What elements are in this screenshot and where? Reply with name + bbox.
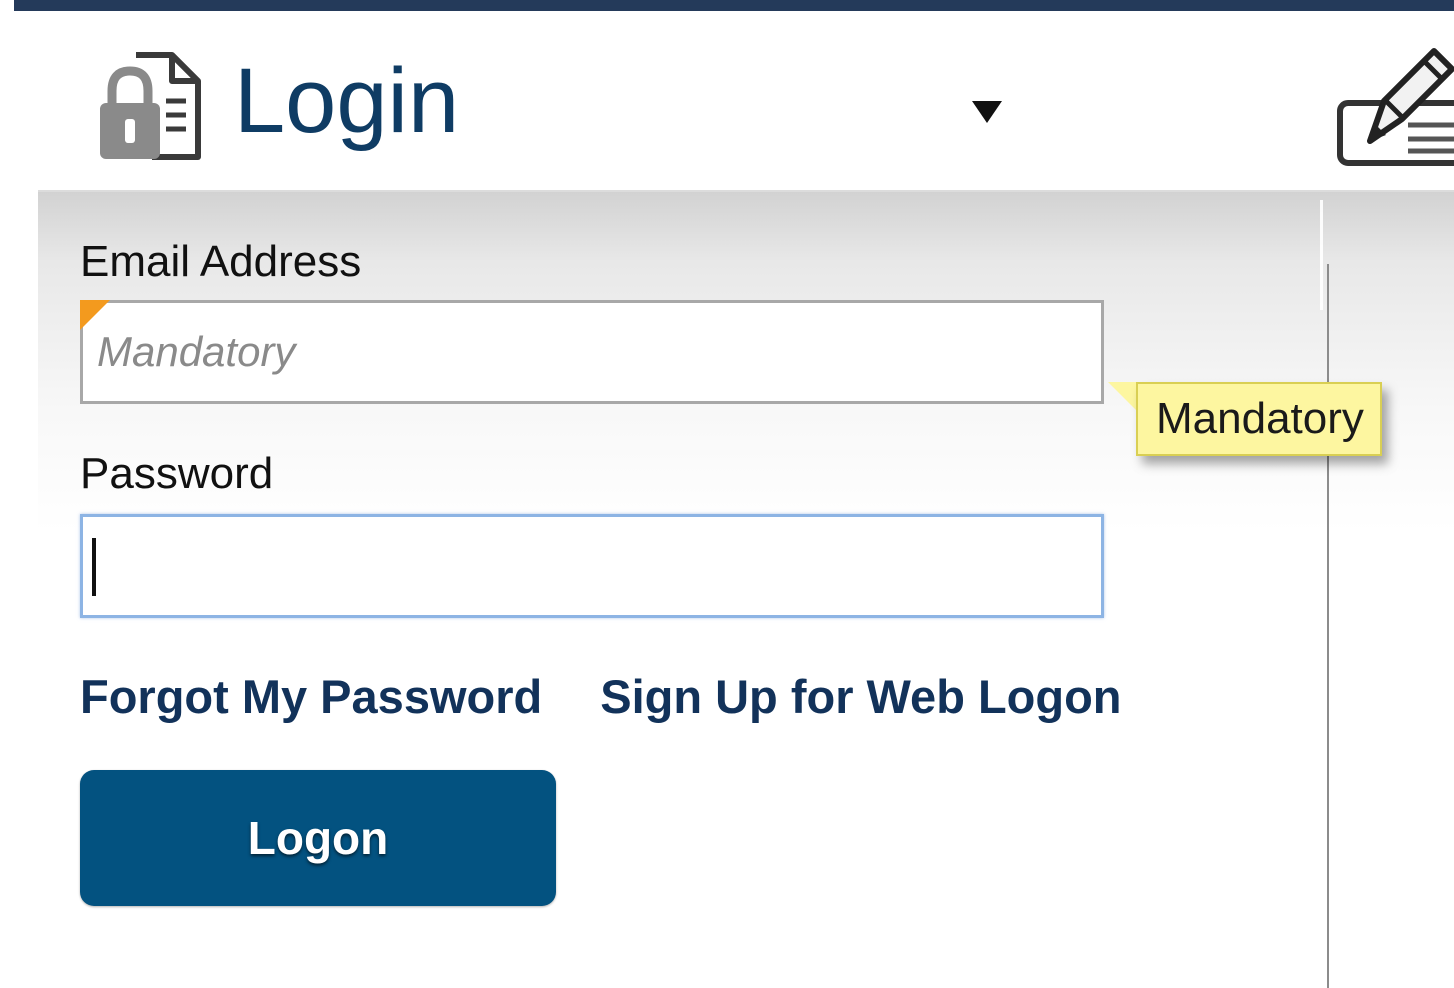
- dropdown-arrow-icon[interactable]: [970, 97, 1004, 125]
- login-page: Login Email Address Mandatory Password F…: [0, 0, 1454, 988]
- top-rule: [14, 0, 1454, 11]
- page-title: Login: [234, 50, 460, 152]
- text-caret: [92, 538, 96, 596]
- password-label: Password: [80, 449, 274, 498]
- header: Login: [0, 11, 1454, 191]
- email-input[interactable]: [80, 300, 1104, 404]
- account-links: Forgot My Password Sign Up for Web Logon: [80, 668, 1122, 726]
- tooltip-tail: [1108, 382, 1138, 412]
- forgot-password-link[interactable]: Forgot My Password: [80, 670, 542, 723]
- mandatory-indicator: [80, 300, 110, 330]
- edit-form-icon[interactable]: [1334, 41, 1454, 175]
- logon-button[interactable]: Logon: [80, 770, 556, 906]
- panel-divider-highlight: [1320, 200, 1323, 310]
- password-input[interactable]: [80, 514, 1104, 618]
- login-panel: Email Address Mandatory Password Forgot …: [38, 190, 1454, 988]
- lock-document-icon: [100, 52, 201, 160]
- signup-link[interactable]: Sign Up for Web Logon: [600, 670, 1121, 723]
- panel-divider: [1327, 264, 1329, 988]
- mandatory-tooltip: Mandatory: [1136, 382, 1382, 456]
- email-label: Email Address: [80, 237, 362, 286]
